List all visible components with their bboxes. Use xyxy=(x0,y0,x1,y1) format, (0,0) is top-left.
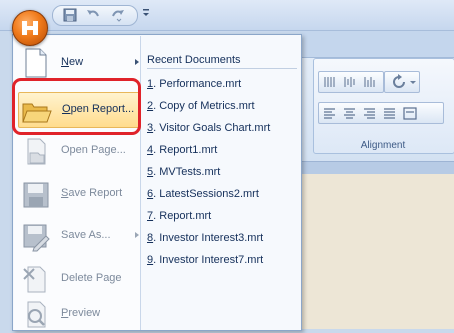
recent-item-9[interactable]: 9. Investor Interest7.mrt xyxy=(147,254,297,272)
recent-item-2[interactable]: 2. Copy of Metrics.mrt xyxy=(147,100,297,118)
submenu-arrow-icon xyxy=(135,59,139,65)
open-report-label: pen Report... xyxy=(70,103,135,115)
open-page-command[interactable]: Open Page... xyxy=(18,134,138,168)
new-label: ew xyxy=(68,56,84,68)
recent-item-1[interactable]: 1. Performance.mrt xyxy=(147,78,297,96)
open-page-label: Open Page... xyxy=(61,144,126,156)
new-accel: N xyxy=(61,56,69,68)
distribute-icon xyxy=(324,77,375,87)
customize-qat-icon[interactable] xyxy=(142,8,150,18)
save-icon[interactable] xyxy=(62,8,78,22)
new-document-icon xyxy=(20,47,52,79)
align-buttons[interactable] xyxy=(318,102,444,124)
recent-documents-panel: Recent Documents 1. Performance.mrt 2. C… xyxy=(143,36,300,330)
recent-item-4[interactable]: 4. Report1.mrt xyxy=(147,144,297,162)
new-command[interactable]: New xyxy=(18,46,139,80)
recent-item-5[interactable]: 5. MVTests.mrt xyxy=(147,166,297,184)
redo-icon[interactable] xyxy=(110,8,126,22)
recent-item-7[interactable]: 7. Report.mrt xyxy=(147,210,297,228)
save-report-command[interactable]: Save Report xyxy=(18,177,138,211)
rotate-icon xyxy=(393,74,416,88)
open-report-accel: O xyxy=(62,103,71,115)
save-as-command[interactable]: Save As... xyxy=(18,219,139,253)
open-report-command[interactable]: Open Report... xyxy=(18,92,140,128)
delete-page-label: Delete Page xyxy=(61,272,122,284)
open-folder-icon xyxy=(21,94,53,126)
delete-page-icon xyxy=(20,263,52,295)
delete-page-command[interactable]: Delete Page xyxy=(18,262,138,296)
page-tabs-strip xyxy=(300,161,454,175)
ribbon-tabs xyxy=(300,31,454,58)
save-report-label: ave Report xyxy=(68,187,123,199)
quick-access-toolbar xyxy=(52,5,138,26)
app-logo-icon xyxy=(22,21,38,35)
recent-documents-title: Recent Documents xyxy=(147,54,297,69)
undo-icon[interactable] xyxy=(85,8,101,22)
command-list: New Open Report... Open Page... Save Rep… xyxy=(14,36,141,330)
submenu-arrow-icon xyxy=(135,232,139,238)
application-menu: New Open Report... Open Page... Save Rep… xyxy=(12,34,302,331)
preview-icon xyxy=(20,298,52,330)
save-as-icon xyxy=(20,220,52,252)
report-canvas[interactable] xyxy=(300,174,454,329)
save-disk-icon xyxy=(20,178,52,210)
recent-item-3[interactable]: 3. Visitor Goals Chart.mrt xyxy=(147,122,297,140)
preview-command[interactable]: Preview xyxy=(18,297,138,331)
rotate-button[interactable] xyxy=(384,71,420,93)
group-label-alignment: Alignment xyxy=(360,140,406,151)
align-icons xyxy=(324,107,417,120)
application-button[interactable] xyxy=(12,10,48,46)
recent-item-6[interactable]: 6. LatestSessions2.mrt xyxy=(147,188,297,206)
recent-item-8[interactable]: 8. Investor Interest3.mrt xyxy=(147,232,297,250)
save-as-label: Save As... xyxy=(61,229,111,241)
preview-label: review xyxy=(68,307,101,319)
distribute-buttons[interactable] xyxy=(318,71,384,93)
open-page-icon xyxy=(20,135,52,167)
